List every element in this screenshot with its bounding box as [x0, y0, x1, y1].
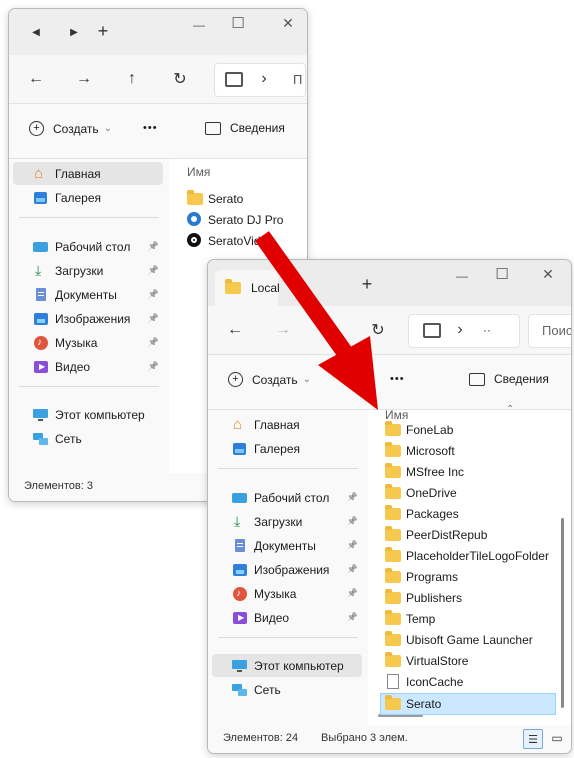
red-arrow [255, 231, 378, 410]
arrow-shaft [255, 231, 353, 359]
